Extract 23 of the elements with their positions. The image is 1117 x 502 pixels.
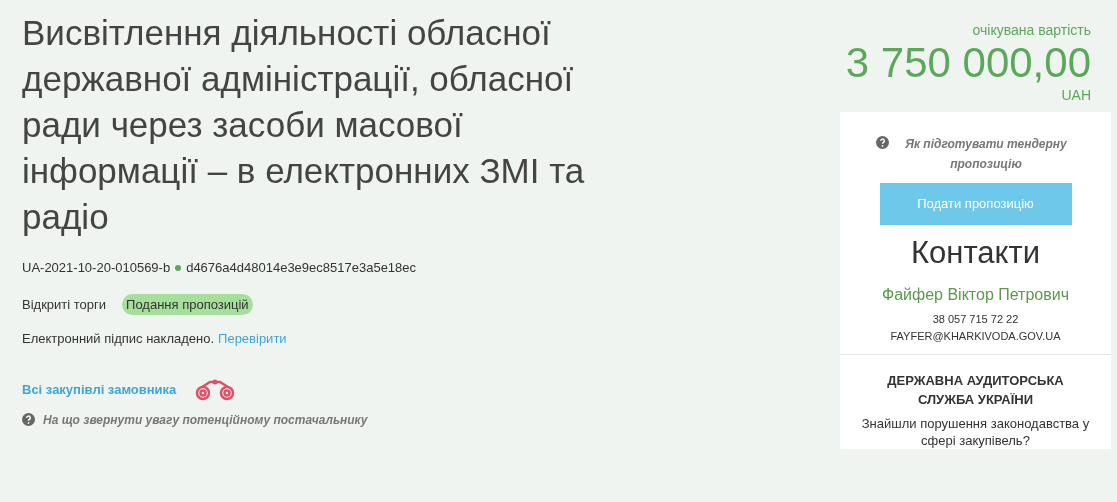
audit-service-title: ДЕРЖАВНА АУДИТОРСЬКА СЛУЖБА УКРАЇНИ [886,372,1065,409]
contact-email: FAYFER@KHARKIVODA.GOV.UA [890,328,1061,344]
status-badge: Подання пропозицій [122,293,253,315]
supplier-hint-link[interactable]: На що звернути увагу потенційному постачальнику [43,410,368,429]
audit-service-text: Знайшли порушення законодавства у сфері закупівель? [860,415,1091,449]
buyer-procurements-link[interactable]: Всі закупівлі замовника [22,379,177,400]
submit-proposal-button[interactable]: Подати пропозицію [879,183,1072,225]
procedure-type: Відкриті торги [22,295,107,314]
proposal-help-link[interactable]: Як підготувати тендерну пропозицію [896,134,1076,174]
help-icon [875,136,889,149]
tender-id: UA-2021-10-20-010569-b [22,259,171,277]
contact-name: Файфер Віктор Петрович [882,285,1069,305]
signature-text: Електронний підпис накладено. [22,330,215,348]
verify-link[interactable]: Перевірити [218,329,287,349]
expected-value-amount: 3 750 000,00 [845,41,1091,85]
contact-phone: 38 057 715 72 22 [932,312,1019,327]
tender-title: Висвітлення діяльності обласної державної адміністрації, обласної ради через засоби масової інформації – в електронних ЗМІ та радіо [22,12,586,238]
help-icon [22,413,35,426]
currency-label: UAH [1061,86,1091,105]
binoculars-icon [194,378,237,401]
tender-hash: d4676a4d48014e3e9ec8517e3a5e18ec [186,259,417,277]
contacts-heading: Контакти [911,234,1040,272]
expected-value-label: очікувана вартість [972,21,1091,40]
